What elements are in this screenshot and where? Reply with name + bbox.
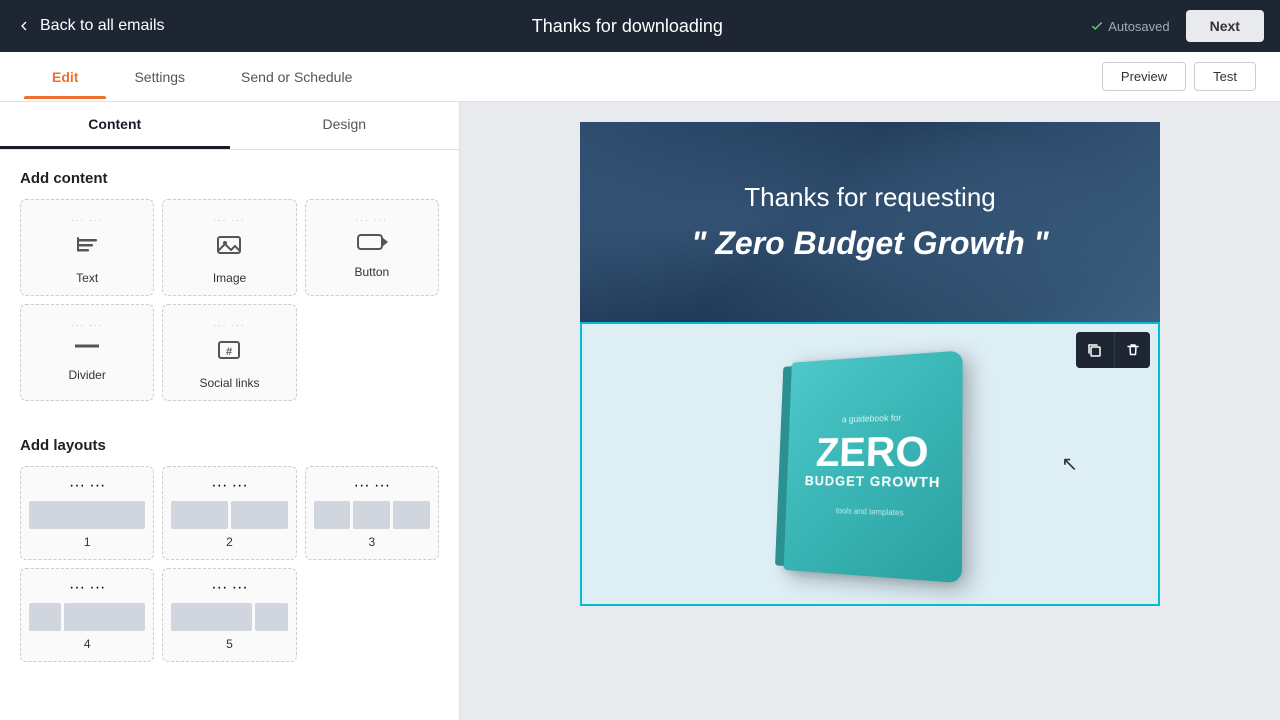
svg-text:#: # <box>226 346 232 358</box>
dots-layout2: ··· ··· <box>211 477 247 495</box>
content-items-grid: ··· ··· Text ··· ··· <box>0 199 459 417</box>
dots-image: ··· ··· <box>213 216 245 225</box>
copy-block-button[interactable] <box>1076 332 1112 368</box>
add-layouts-title: Add layouts <box>0 417 459 466</box>
button-icon <box>356 231 388 259</box>
social-icon: # <box>215 336 243 370</box>
content-item-text[interactable]: ··· ··· Text <box>20 199 154 296</box>
image-block[interactable]: a guidebook for ZERO BUDGET GROWTH tools… <box>580 322 1160 606</box>
layout-4-label: 4 <box>84 637 91 651</box>
hero-subtitle: " Zero Budget Growth " <box>620 225 1120 262</box>
image-block-inner: a guidebook for ZERO BUDGET GROWTH tools… <box>582 324 1158 604</box>
sidebar-tabs: Content Design <box>0 102 459 150</box>
sidebar-tab-design[interactable]: Design <box>230 102 460 149</box>
layout-col <box>393 501 430 529</box>
dots-layout4: ··· ··· <box>69 579 105 597</box>
book-small-text: a guidebook for <box>842 412 902 424</box>
autosaved-indicator: Autosaved <box>1090 19 1169 34</box>
layout-preview-4 <box>29 603 145 631</box>
layout-col <box>255 603 287 631</box>
tab-send-or-schedule[interactable]: Send or Schedule <box>213 55 380 99</box>
chevron-left-icon <box>16 18 32 34</box>
sidebar: Content Design Add content ··· ··· Text <box>0 102 460 720</box>
tab-settings[interactable]: Settings <box>106 55 213 99</box>
dots-layout3: ··· ··· <box>354 477 390 495</box>
layout-item-5[interactable]: ··· ··· 5 <box>162 568 296 662</box>
layout-col <box>29 501 145 529</box>
check-icon <box>1090 19 1104 33</box>
content-item-button[interactable]: ··· ··· Button <box>305 199 439 296</box>
dots-text: ··· ··· <box>71 216 103 225</box>
content-item-divider[interactable]: ··· ··· Divider <box>20 304 154 401</box>
layout-preview-1 <box>29 501 145 529</box>
page-title: Thanks for downloading <box>532 16 723 37</box>
back-label: Back to all emails <box>40 17 165 35</box>
layout-col <box>171 603 252 631</box>
content-item-social[interactable]: ··· ··· # Social links <box>162 304 296 401</box>
tab-edit[interactable]: Edit <box>24 55 106 99</box>
layout-preview-2 <box>171 501 287 529</box>
image-icon <box>215 231 243 265</box>
divider-icon <box>73 336 101 362</box>
content-item-social-label: Social links <box>199 376 259 390</box>
tab-actions: Preview Test <box>1102 62 1256 91</box>
delete-block-button[interactable] <box>1114 332 1150 368</box>
dots-social: ··· ··· <box>213 321 245 330</box>
canvas-area: Thanks for requesting " Zero Budget Grow… <box>460 102 1280 720</box>
add-content-title: Add content <box>0 150 459 199</box>
email-wrapper: Thanks for requesting " Zero Budget Grow… <box>580 122 1160 606</box>
dots-divider: ··· ··· <box>71 321 103 330</box>
layout-col <box>171 501 228 529</box>
content-item-button-label: Button <box>354 265 389 279</box>
layout-item-4[interactable]: ··· ··· 4 <box>20 568 154 662</box>
book-zero-text: ZERO <box>815 430 928 473</box>
content-item-image-label: Image <box>213 271 246 285</box>
autosaved-label: Autosaved <box>1108 19 1169 34</box>
tabs-container: Edit Settings Send or Schedule <box>24 55 380 99</box>
top-bar-actions: Autosaved Next <box>1090 10 1264 42</box>
content-item-divider-label: Divider <box>68 368 105 382</box>
layout-col <box>314 501 351 529</box>
layout-item-2[interactable]: ··· ··· 2 <box>162 466 296 560</box>
layout-col <box>353 501 390 529</box>
layout-5-label: 5 <box>226 637 233 651</box>
dots-layout1: ··· ··· <box>69 477 105 495</box>
layouts-grid: ··· ··· 1 ··· ··· 2 ··· ··· <box>0 466 459 678</box>
book-budget-text: BUDGET GROWTH <box>805 472 941 490</box>
block-toolbar <box>1076 332 1150 368</box>
layout-item-3[interactable]: ··· ··· 3 <box>305 466 439 560</box>
sidebar-tab-content[interactable]: Content <box>0 102 230 149</box>
book-cover: a guidebook for ZERO BUDGET GROWTH tools… <box>784 350 963 583</box>
text-icon <box>73 231 101 265</box>
preview-button[interactable]: Preview <box>1102 62 1186 91</box>
content-item-image[interactable]: ··· ··· Image <box>162 199 296 296</box>
hero-title: Thanks for requesting <box>620 182 1120 213</box>
hero-block[interactable]: Thanks for requesting " Zero Budget Grow… <box>580 122 1160 322</box>
next-button[interactable]: Next <box>1186 10 1264 42</box>
layout-2-label: 2 <box>226 535 233 549</box>
dots-button: ··· ··· <box>356 216 388 225</box>
book-bottom-text: tools and templates <box>836 506 904 517</box>
layout-3-label: 3 <box>368 535 375 549</box>
back-button[interactable]: Back to all emails <box>16 17 165 35</box>
layout-preview-3 <box>314 501 430 529</box>
layout-item-1[interactable]: ··· ··· 1 <box>20 466 154 560</box>
book-spine <box>775 366 792 566</box>
layout-col <box>29 603 61 631</box>
layout-col <box>64 603 145 631</box>
content-item-text-label: Text <box>76 271 98 285</box>
layout-preview-5 <box>171 603 287 631</box>
main-layout: Content Design Add content ··· ··· Text <box>0 102 1280 720</box>
test-button[interactable]: Test <box>1194 62 1256 91</box>
layout-1-label: 1 <box>84 535 91 549</box>
dots-layout5: ··· ··· <box>211 579 247 597</box>
book-container: a guidebook for ZERO BUDGET GROWTH tools… <box>740 344 1000 584</box>
layout-col <box>231 501 288 529</box>
tab-bar: Edit Settings Send or Schedule Preview T… <box>0 52 1280 102</box>
top-bar: Back to all emails Thanks for downloadin… <box>0 0 1280 52</box>
